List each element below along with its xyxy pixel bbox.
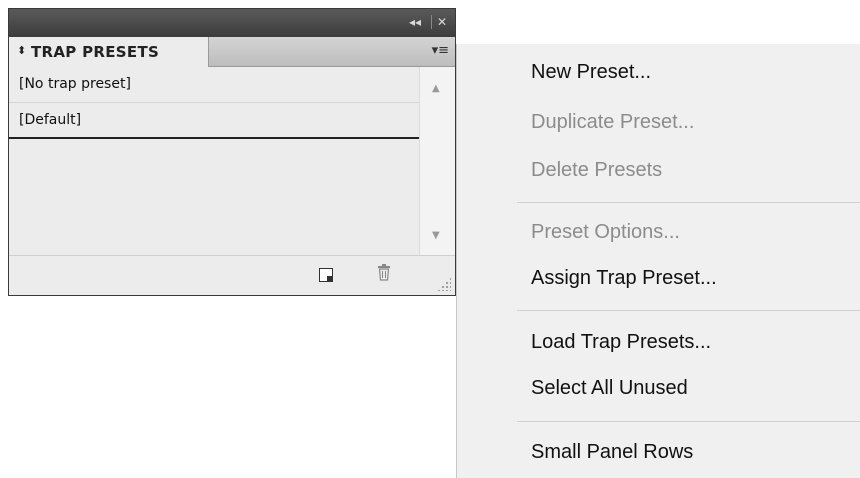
- menu-item-load-trap-presets[interactable]: Load Trap Presets...: [531, 330, 711, 354]
- scrollbar[interactable]: ▲ ▼: [419, 67, 455, 257]
- menu-item-select-all-unused[interactable]: Select All Unused: [531, 376, 688, 400]
- titlebar-separator: [431, 15, 432, 29]
- menu-divider: [517, 421, 860, 422]
- new-preset-icon[interactable]: [319, 268, 333, 282]
- menu-item-delete-presets: Delete Presets: [531, 159, 663, 181]
- tab-trap-presets[interactable]: ⬍ TRAP PRESETS: [9, 37, 209, 67]
- collapse-icon[interactable]: ◂◂: [409, 14, 421, 30]
- tab-title: TRAP PRESETS: [31, 43, 160, 61]
- menu-item-small-panel-rows[interactable]: Small Panel Rows: [531, 440, 693, 464]
- scroll-up-icon[interactable]: ▲: [432, 83, 440, 94]
- list-item[interactable]: [Default]: [9, 103, 419, 139]
- panel-titlebar[interactable]: ◂◂ ✕: [9, 9, 455, 37]
- menu-divider: [517, 310, 860, 311]
- tab-arrows-icon: ⬍: [17, 44, 27, 57]
- trash-icon[interactable]: [377, 263, 391, 281]
- menu-item-assign-trap-preset[interactable]: Assign Trap Preset...: [531, 266, 717, 290]
- panel-tab-row: ⬍ TRAP PRESETS ▾≡: [9, 37, 455, 67]
- trap-presets-panel: ◂◂ ✕ ⬍ TRAP PRESETS ▾≡ [No trap preset] …: [8, 8, 456, 296]
- close-icon[interactable]: ✕: [437, 14, 447, 30]
- menu-divider: [517, 202, 860, 203]
- menu-item-duplicate-preset: Duplicate Preset...: [531, 111, 695, 133]
- list-item-label: [No trap preset]: [19, 76, 131, 92]
- list-item-label: [Default]: [19, 112, 82, 128]
- menu-item-preset-options: Preset Options...: [531, 221, 680, 243]
- panel-footer: [9, 255, 455, 295]
- list-item[interactable]: [No trap preset]: [9, 67, 419, 103]
- preset-list: [No trap preset] [Default]: [9, 67, 419, 257]
- scroll-down-icon[interactable]: ▼: [432, 230, 440, 241]
- panel-menu-icon[interactable]: ▾≡: [432, 43, 449, 58]
- menu-item-new-preset[interactable]: New Preset...: [531, 60, 651, 84]
- panel-flyout-menu: New Preset... Duplicate Preset... Delete…: [456, 44, 860, 478]
- resize-grip-icon[interactable]: [437, 277, 451, 291]
